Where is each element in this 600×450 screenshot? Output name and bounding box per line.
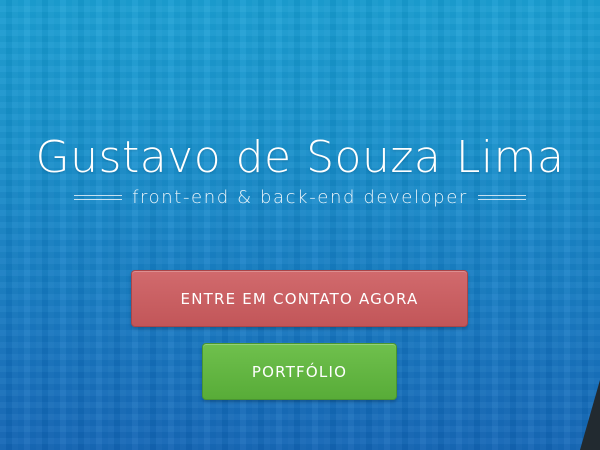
subtitle-row: front-end & back-end developer — [0, 184, 600, 210]
hero-section: Gustavo de Souza Lima front-end & back-e… — [0, 0, 600, 450]
portfolio-button[interactable]: PORTFÓLIO — [202, 343, 397, 400]
right-divider — [477, 194, 526, 200]
page-title: Gustavo de Souza Lima — [35, 132, 565, 183]
left-divider — [74, 194, 123, 200]
corner-decoration — [580, 380, 600, 450]
page-subtitle: front-end & back-end developer — [132, 186, 468, 208]
contact-button[interactable]: ENTRE EM CONTATO AGORA — [131, 270, 468, 327]
